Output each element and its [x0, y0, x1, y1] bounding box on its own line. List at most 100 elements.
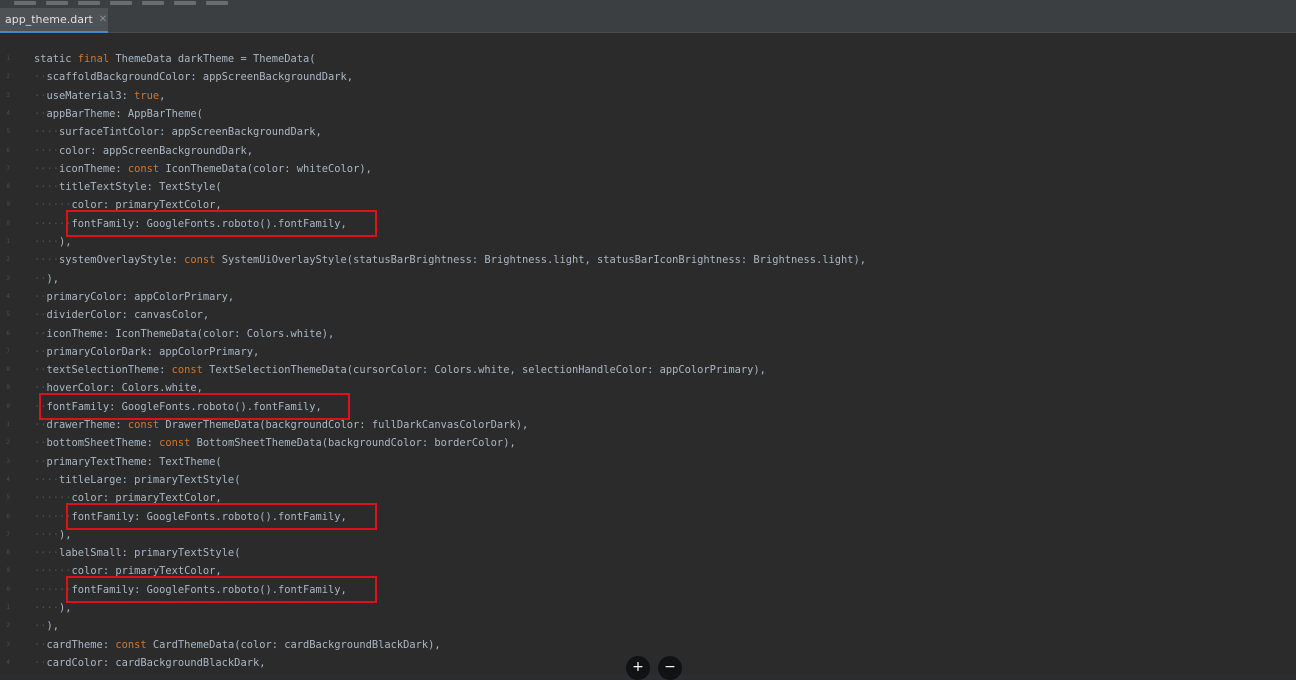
line-number: 4 [6, 475, 10, 483]
line-number: 0 [6, 402, 10, 410]
line-number: 5 [6, 311, 10, 319]
code-token: bottomSheetTheme: [46, 437, 160, 450]
code-line[interactable]: ··primaryTextTheme: TextTheme( [34, 453, 222, 471]
line-number: 9 [6, 567, 10, 575]
code-line[interactable]: static final ThemeData darkTheme = Theme… [34, 50, 316, 68]
code-token: SystemUiOverlayStyle(statusBarBrightness… [215, 254, 867, 267]
line-number: 5 [6, 128, 10, 136]
indent-guide: ···· [34, 181, 60, 194]
code-line[interactable]: ··iconTheme: IconThemeData(color: Colors… [34, 325, 334, 343]
indent-guide: ·· [34, 620, 47, 633]
code-line[interactable]: ··textSelectionTheme: const TextSelectio… [34, 361, 766, 379]
line-number: 2 [6, 439, 10, 447]
breadcrumb-item[interactable] [142, 1, 164, 5]
indent-guide: ···· [34, 236, 60, 248]
indent-guide: ···· [34, 547, 60, 560]
code-token: appBarTheme: AppBarTheme( [46, 107, 203, 120]
indent-guide: ···· [34, 144, 60, 157]
indent-guide: ···· [34, 473, 60, 486]
keyword-token: const [127, 419, 160, 431]
code-line[interactable]: ····iconTheme: const IconThemeData(color… [34, 160, 372, 178]
line-number: 4 [6, 292, 10, 300]
breadcrumb-item[interactable] [110, 1, 132, 5]
indent-guide: ·· [34, 71, 47, 84]
code-token: static [34, 53, 78, 65]
code-line[interactable]: ··primaryColorDark: appColorPrimary, [34, 343, 259, 361]
code-line[interactable]: ····color: appScreenBackgroundDark, [34, 142, 253, 160]
keyword-token: const [115, 638, 147, 651]
code-token: CardThemeData(color: cardBackgroundBlack… [146, 638, 441, 651]
indent-guide: ···· [34, 126, 60, 139]
indent-guide: ···· [34, 162, 60, 175]
indent-guide: ·· [34, 107, 47, 120]
zoom-out-button[interactable]: − [658, 656, 682, 680]
indent-guide: ·· [34, 345, 47, 358]
code-token: primaryColor: appColorPrimary, [46, 290, 235, 303]
indent-guide: ·· [34, 656, 47, 669]
code-token: systemOverlayStyle: [59, 254, 185, 267]
indent-guide: ·· [34, 272, 47, 285]
line-number: 8 [6, 183, 10, 191]
code-token: primaryTextTheme: TextTheme( [46, 455, 222, 468]
zoom-in-button[interactable]: + [626, 656, 650, 680]
breadcrumb-item[interactable] [78, 1, 100, 5]
indent-guide: ·· [34, 455, 47, 468]
code-line[interactable]: ··cardColor: cardBackgroundBlackDark, [34, 654, 265, 672]
code-line[interactable]: ··scaffoldBackgroundColor: appScreenBack… [34, 68, 353, 86]
code-line[interactable]: ····surfaceTintColor: appScreenBackgroun… [34, 123, 322, 141]
line-number: 0 [6, 219, 10, 227]
keyword-token: const [171, 364, 203, 377]
code-token: labelSmall: primaryTextStyle( [59, 547, 241, 560]
line-number: 6 [6, 146, 10, 154]
code-token: ), [59, 602, 72, 614]
breadcrumb-item[interactable] [174, 1, 196, 5]
line-number: 6 [6, 512, 10, 520]
code-line[interactable]: ··appBarTheme: AppBarTheme( [34, 105, 203, 123]
code-token: ), [46, 272, 60, 285]
line-number: 3 [6, 457, 10, 465]
breadcrumb-item[interactable] [46, 1, 68, 5]
indent-guide: ···· [34, 528, 60, 541]
line-number: 3 [6, 640, 10, 648]
code-line[interactable]: ··), [34, 270, 59, 288]
highlight-box [65, 575, 377, 603]
line-number: 9 [6, 384, 10, 392]
highlight-box [39, 392, 351, 420]
code-token: primaryColorDark: appColorPrimary, [46, 345, 260, 358]
indent-guide: ·· [34, 364, 47, 377]
breadcrumb-item[interactable] [14, 1, 36, 5]
breadcrumb-item[interactable] [206, 1, 228, 5]
code-line[interactable]: ····titleTextStyle: TextStyle( [34, 178, 222, 196]
line-number: 4 [6, 658, 10, 666]
line-number: 2 [6, 73, 10, 81]
code-line[interactable]: ····labelSmall: primaryTextStyle( [34, 544, 240, 562]
code-token: textSelectionTheme: [46, 364, 172, 377]
code-line[interactable]: ····titleLarge: primaryTextStyle( [34, 471, 240, 489]
breadcrumb-bar [0, 0, 1296, 8]
line-number: 9 [6, 201, 10, 209]
line-number: 7 [6, 164, 10, 172]
line-number: 8 [6, 366, 10, 374]
code-line[interactable]: ··dividerColor: canvasColor, [34, 306, 209, 324]
code-line[interactable]: ··cardTheme: const CardThemeData(color: … [34, 636, 441, 654]
tab-title: app_theme.dart [5, 13, 93, 26]
code-line[interactable]: ··primaryColor: appColorPrimary, [34, 288, 234, 306]
code-token: BottomSheetThemeData(backgroundColor: bo… [190, 437, 516, 450]
indent-guide: ·· [34, 290, 47, 303]
highlight-box [65, 209, 377, 237]
editor-tab-bar: app_theme.dart ✕ [0, 8, 1296, 33]
code-line[interactable]: ····systemOverlayStyle: const SystemUiOv… [34, 251, 866, 269]
close-icon[interactable]: ✕ [99, 14, 107, 25]
line-number: 3 [6, 274, 10, 282]
code-editor[interactable]: 1 2 3 4 5 6 7 8 9 0 1 2 3 4 5 6 7 8 9 0 1 2 3 4 5 6 7 8 9 0 1 2 3 4 stati… [0, 33, 1296, 675]
code-token: cardTheme: [46, 638, 116, 651]
line-number: 2 [6, 256, 10, 264]
code-line[interactable]: ··useMaterial3: true, [34, 87, 165, 105]
code-line[interactable]: ··), [34, 617, 59, 635]
code-line[interactable]: ··bottomSheetTheme: const BottomSheetThe… [34, 434, 516, 452]
code-token: drawerTheme: [46, 419, 128, 431]
indent-guide: ···· [34, 602, 60, 614]
editor-tab[interactable]: app_theme.dart ✕ [0, 8, 108, 33]
keyword-token: true [134, 89, 160, 102]
line-number: 1 [6, 604, 10, 611]
